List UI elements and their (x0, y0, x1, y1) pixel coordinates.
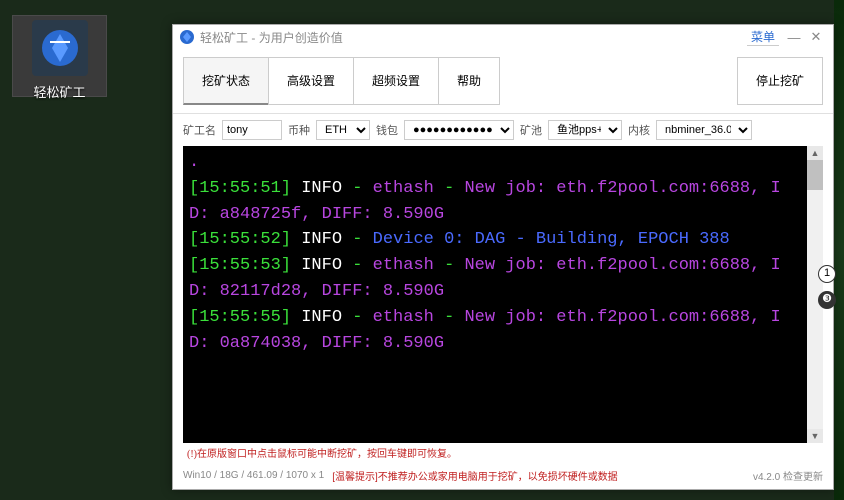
version-link[interactable]: v4.2.0 检查更新 (753, 468, 823, 483)
edge-indicator-1[interactable]: 1 (818, 265, 836, 283)
inline-warning: (!)在原版窗口中点击鼠标可能中断挖矿，按回车键即可恢复。 (173, 445, 833, 464)
scroll-down-icon[interactable]: ▼ (807, 429, 823, 443)
tab-mining-status[interactable]: 挖矿状态 (183, 57, 269, 105)
console-area: . [15:55:51] INFO - ethash - New job: et… (183, 146, 823, 443)
kernel-label: 内核 (628, 122, 650, 138)
pool-select[interactable]: 鱼池pps+ (548, 120, 622, 140)
params-bar: 矿工名 币种 ETH 钱包 ●●●●●●●●●●●●● 矿池 鱼池pps+ 内核… (173, 114, 833, 146)
statusbar: Win10 / 18G / 461.09 / 1070 x 1 [温馨提示]不推… (173, 464, 833, 489)
menu-button[interactable]: 菜单 (747, 28, 779, 46)
toolbar: 挖矿状态 高级设置 超频设置 帮助 停止挖矿 (173, 49, 833, 114)
main-window: 轻松矿工 - 为用户创造价值 菜单 — ✕ 挖矿状态 高级设置 超频设置 帮助 … (172, 24, 834, 490)
edge-indicator-2[interactable]: ❸ (818, 291, 836, 309)
console-output: . [15:55:51] INFO - ethash - New job: et… (183, 146, 807, 443)
tab-help[interactable]: 帮助 (438, 57, 500, 105)
coin-select[interactable]: ETH (316, 120, 370, 140)
coin-label: 币种 (288, 122, 310, 138)
stop-mining-button[interactable]: 停止挖矿 (737, 57, 823, 105)
titlebar-app-icon (179, 29, 195, 45)
desktop-label: 轻松矿工 (13, 82, 106, 101)
status-hint: [温馨提示]不推荐办公或家用电脑用于挖矿，以免损坏硬件或数据 (332, 468, 618, 483)
window-title: 轻松矿工 - 为用户创造价值 (200, 29, 747, 46)
scroll-thumb[interactable] (807, 160, 823, 190)
close-button[interactable]: ✕ (805, 29, 827, 45)
titlebar: 轻松矿工 - 为用户创造价值 菜单 — ✕ (173, 25, 833, 49)
desktop-shortcut[interactable]: 轻松矿工 (12, 15, 107, 97)
kernel-select[interactable]: nbminer_36.0 (656, 120, 752, 140)
pool-label: 矿池 (520, 122, 542, 138)
tab-advanced[interactable]: 高级设置 (268, 57, 354, 105)
miner-name-input[interactable] (222, 120, 282, 140)
miner-name-label: 矿工名 (183, 122, 216, 138)
tab-overclock[interactable]: 超频设置 (353, 57, 439, 105)
wallet-select[interactable]: ●●●●●●●●●●●●● (404, 120, 514, 140)
system-info: Win10 / 18G / 461.09 / 1070 x 1 (183, 470, 324, 481)
scroll-up-icon[interactable]: ▲ (807, 146, 823, 160)
wallet-label: 钱包 (376, 122, 398, 138)
app-icon (32, 20, 88, 76)
minimize-button[interactable]: — (783, 30, 805, 45)
